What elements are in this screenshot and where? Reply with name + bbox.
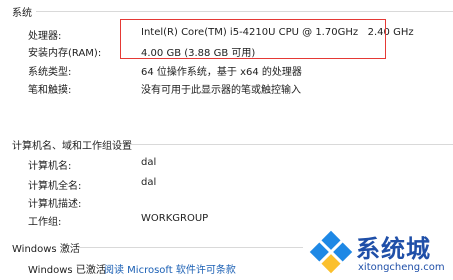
computer-fullname-value: dal — [141, 177, 157, 188]
computer-name-label: 计算机名: — [28, 161, 72, 172]
watermark-logo: 系统城 xitongcheng.com — [304, 226, 453, 280]
pen-touch-label: 笔和触摸: — [28, 85, 72, 96]
watermark-brand: 系统城 — [356, 235, 431, 263]
activation-status: Windows 已激活 — [28, 265, 106, 276]
computer-description-label: 计算机描述: — [28, 199, 82, 210]
system-type-value: 64 位操作系统，基于 x64 的处理器 — [141, 67, 302, 78]
computer-section-divider — [128, 144, 453, 145]
activation-section-title: Windows 激活 — [12, 244, 80, 255]
computer-section-title: 计算机名、域和工作组设置 — [12, 141, 132, 152]
workgroup-value: WORKGROUP — [141, 213, 209, 224]
computer-fullname-label: 计算机全名: — [28, 181, 82, 192]
windows-logo-icon — [309, 230, 353, 274]
system-section-divider — [36, 11, 453, 12]
activation-section-divider — [78, 247, 303, 248]
system-section-title: 系统 — [12, 8, 32, 19]
pen-touch-value: 没有可用于此显示器的笔或触控输入 — [141, 85, 301, 96]
system-type-label: 系统类型: — [28, 67, 72, 78]
workgroup-label: 工作组: — [28, 217, 62, 228]
processor-label: 处理器: — [28, 31, 62, 42]
computer-name-value: dal — [141, 157, 157, 168]
highlight-box — [120, 19, 386, 59]
ram-label: 安装内存(RAM): — [28, 48, 102, 59]
license-terms-link[interactable]: 阅读 Microsoft 软件许可条款 — [104, 261, 236, 276]
watermark-url: xitongcheng.com — [358, 262, 445, 273]
